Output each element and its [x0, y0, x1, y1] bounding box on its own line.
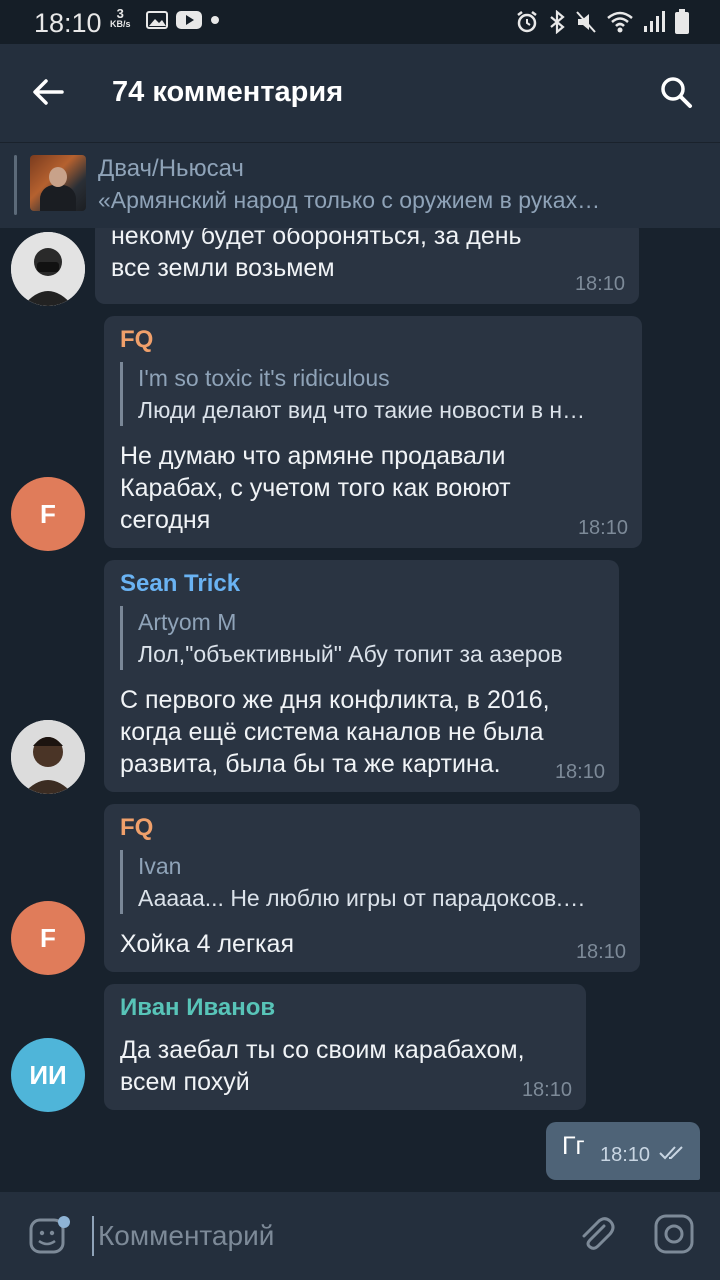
sender-name[interactable]: FQ [120, 326, 153, 354]
reply-name: I'm so toxic it's ridiculous [138, 365, 390, 391]
message-text: Да заебал ты со своим карабахом, всем по… [120, 1036, 525, 1096]
avatar[interactable]: F [11, 901, 85, 975]
status-bar: 18:10 3 KB/s [0, 0, 720, 44]
pinned-message[interactable]: Двач/Ньюсач «Армянский народ только с ор… [0, 142, 720, 228]
message-composer [0, 1192, 720, 1280]
mute-icon [576, 11, 596, 33]
reply-text: Люди делают вид что такие новости в н… [138, 397, 586, 423]
message-text: Не думаю что армяне продавали Карабах, с… [120, 442, 511, 534]
reply-quote[interactable]: I'm so toxic it's ridiculous Люди делают… [120, 362, 626, 426]
alarm-icon [517, 11, 537, 33]
message-bubble[interactable]: FQ Ivan Ааааа... Не люблю игры от парадо… [104, 804, 640, 972]
wifi-icon [607, 11, 633, 33]
sender-name[interactable]: FQ [120, 814, 153, 842]
gallery-icon [146, 11, 168, 29]
avatar[interactable] [11, 232, 85, 306]
back-arrow-icon[interactable] [28, 72, 68, 112]
reply-quote[interactable]: Artyom M Лол,"объективный" Абу топит за … [120, 606, 603, 670]
message-bubble[interactable]: FQ I'm so toxic it's ridiculous Люди дел… [104, 316, 642, 548]
status-time: 18:10 [34, 8, 102, 38]
pinned-channel-name: Двач/Ньюсач [98, 155, 244, 182]
message-bubble[interactable]: некому будет обороняться, за день все зе… [95, 228, 639, 304]
bluetooth-icon [550, 10, 565, 34]
network-speed: 3 KB/s [110, 6, 131, 29]
comment-input[interactable] [92, 1216, 532, 1256]
sender-name[interactable]: Sean Trick [120, 570, 240, 598]
paperclip-icon[interactable] [574, 1212, 618, 1256]
message-bubble[interactable]: Sean Trick Artyom M Лол,"объективный" Аб… [104, 560, 619, 792]
message-time: 18:10 [575, 941, 626, 963]
signal-icon [644, 11, 665, 32]
message-text: Хойка 4 легкая [120, 930, 294, 958]
message-time: 18:10 [577, 517, 628, 539]
pinned-bar [14, 155, 17, 215]
page-title: 74 комментария [112, 76, 344, 108]
app-bar: 74 комментария [0, 44, 720, 142]
notification-dot-icon [211, 16, 219, 24]
message-text: С первого же дня конфликта, в 2016, когд… [120, 686, 550, 778]
reply-text: Ааааа... Не люблю игры от парадоксов.… [138, 885, 586, 911]
reply-text: Лол,"объективный" Абу топит за азеров [138, 641, 563, 667]
youtube-icon [176, 11, 202, 29]
battery-icon [675, 9, 689, 34]
message-time: 18:10 [600, 1144, 651, 1166]
camera-icon[interactable] [652, 1212, 696, 1256]
search-icon[interactable] [656, 72, 696, 112]
double-check-icon [659, 1146, 683, 1160]
reply-name: Ivan [138, 853, 182, 879]
sender-name[interactable]: Иван Иванов [120, 994, 275, 1022]
reply-name: Artyom M [138, 609, 237, 635]
avatar[interactable]: F [11, 477, 85, 551]
avatar[interactable]: ИИ [11, 1038, 85, 1112]
message-time: 18:10 [554, 761, 605, 783]
message-bubble[interactable]: Иван Иванов Да заебал ты со своим караба… [104, 984, 586, 1110]
message-time: 18:10 [521, 1079, 572, 1101]
chat-area[interactable]: некому будет обороняться, за день все зе… [0, 228, 720, 1192]
avatar[interactable] [11, 720, 85, 794]
pinned-thumbnail [30, 155, 86, 211]
reply-quote[interactable]: Ivan Ааааа... Не люблю игры от парадоксо… [120, 850, 624, 914]
outgoing-message-bubble[interactable]: Гг 18:10 [546, 1122, 700, 1180]
sticker-emoji-icon[interactable] [28, 1214, 72, 1258]
message-text: Гг [562, 1132, 585, 1160]
pinned-text: «Армянский народ только с оружием в рука… [98, 187, 601, 213]
